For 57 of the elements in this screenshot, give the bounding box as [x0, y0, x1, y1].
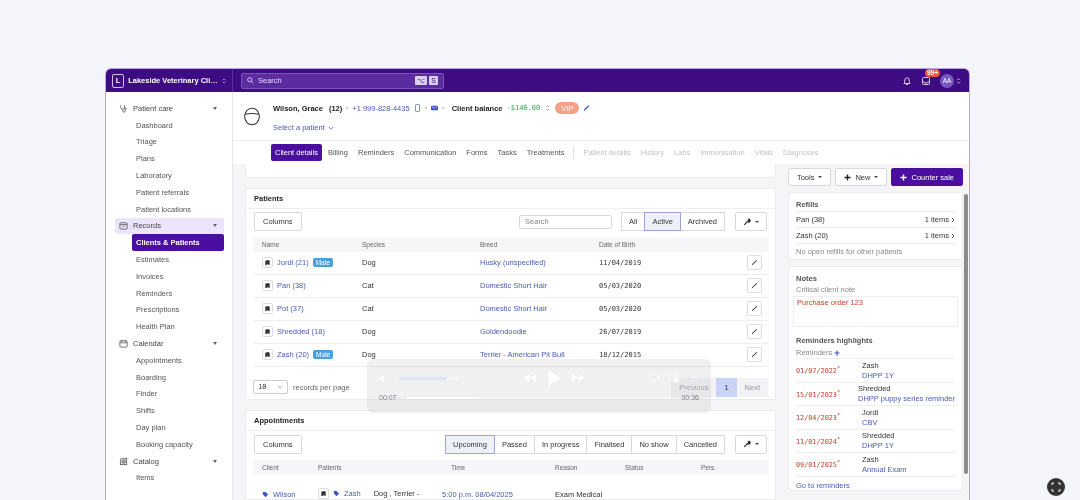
chevron-right-icon — [951, 232, 955, 239]
inbox-icon[interactable] — [921, 75, 931, 86]
book-icon — [320, 490, 327, 497]
edit-button[interactable] — [747, 301, 762, 317]
stethoscope-icon — [119, 103, 128, 113]
caret-icon — [213, 459, 217, 463]
tag-icon — [262, 491, 269, 498]
pencil-icon — [751, 305, 758, 313]
pencil-icon[interactable] — [583, 104, 591, 112]
caret-icon — [755, 220, 759, 223]
add-icon[interactable] — [834, 349, 841, 356]
wrench-icon — [743, 440, 751, 448]
wrench-icon — [743, 217, 751, 226]
card-button[interactable] — [262, 280, 273, 292]
folder-icon — [119, 221, 128, 231]
calendar-icon — [119, 339, 128, 349]
scan-icon[interactable] — [1047, 478, 1065, 496]
updown-icon[interactable] — [956, 76, 961, 85]
caret-icon — [874, 176, 879, 178]
card-button[interactable] — [262, 326, 273, 338]
plus-icon — [844, 173, 852, 181]
edit-button[interactable] — [747, 324, 762, 340]
caret-icon — [213, 224, 217, 228]
wrench-menu-button[interactable] — [735, 212, 767, 232]
grid-icon — [119, 456, 128, 466]
caret-icon — [755, 443, 759, 445]
book-icon — [264, 282, 271, 290]
pencil-icon — [751, 282, 758, 290]
book-icon — [264, 305, 271, 313]
card-button[interactable] — [262, 349, 273, 361]
chevron-right-icon — [951, 216, 955, 223]
caret-icon — [213, 342, 217, 346]
search-icon — [247, 77, 254, 84]
pencil-icon — [751, 328, 758, 336]
edit-button[interactable] — [747, 255, 762, 271]
edit-button[interactable] — [747, 347, 762, 363]
card-button[interactable] — [262, 257, 273, 269]
updown-icon — [221, 76, 226, 85]
book-icon — [264, 259, 271, 267]
pencil-icon — [751, 351, 758, 359]
book-icon — [264, 328, 271, 336]
book-icon — [264, 351, 271, 359]
chevron-down-icon — [327, 125, 334, 130]
card-button[interactable] — [318, 488, 329, 499]
plus-icon — [900, 173, 908, 181]
edit-button[interactable] — [747, 278, 762, 294]
mail-icon[interactable] — [430, 104, 438, 112]
tag-icon — [333, 490, 340, 497]
chevron-down-icon — [277, 385, 283, 390]
card-button[interactable] — [262, 303, 273, 315]
caret-icon — [213, 106, 217, 110]
caret-icon — [818, 176, 823, 178]
scrollbar[interactable] — [964, 194, 968, 474]
pencil-icon — [751, 259, 758, 267]
wrench-menu-button[interactable] — [735, 434, 767, 454]
mobile-icon — [413, 104, 421, 112]
bell-icon[interactable] — [902, 75, 912, 86]
